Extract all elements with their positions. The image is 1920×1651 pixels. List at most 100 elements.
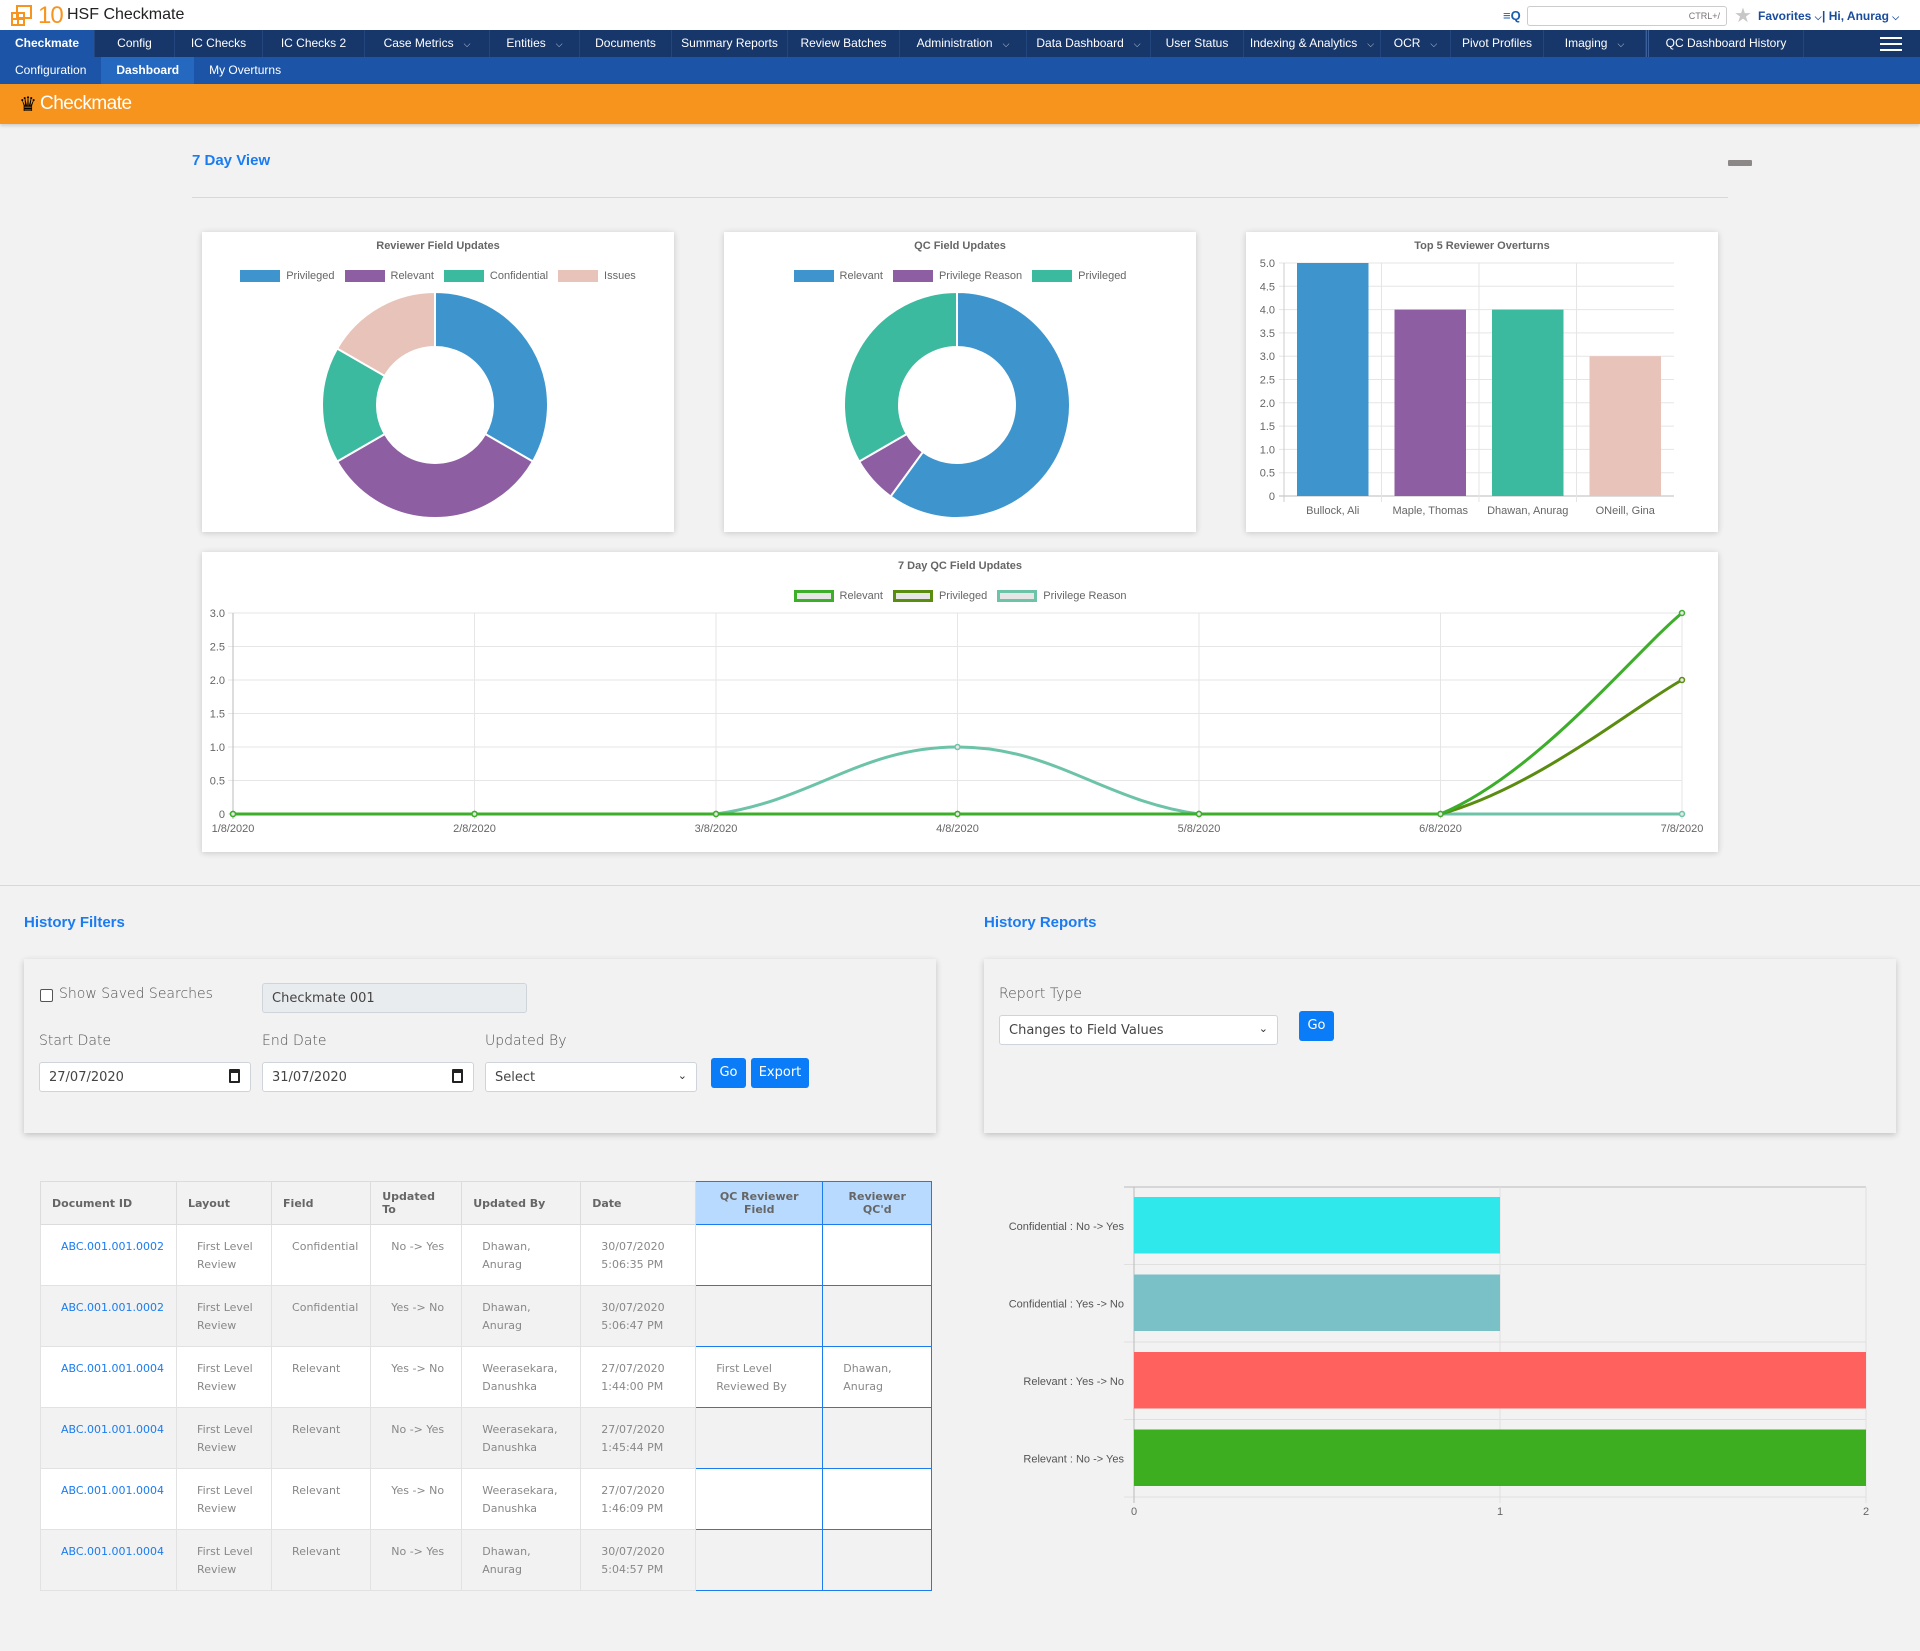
calendar-icon[interactable] — [229, 1069, 240, 1083]
end-date-input[interactable]: 31/07/2020 — [262, 1062, 474, 1092]
table-row[interactable]: ABC.001.001.0004 First Level Review Relevan… — [39, 1529, 933, 1591]
filters-go-button[interactable]: Go — [711, 1058, 746, 1088]
table-row[interactable]: ABC.001.001.0004 First Level Review Relevan… — [39, 1468, 933, 1530]
data-point[interactable] — [1678, 676, 1686, 684]
document-id-link[interactable]: ABC.001.001.0002 — [61, 1238, 164, 1256]
bar-confidential-no-yes[interactable] — [1134, 1197, 1500, 1254]
favorites-menu[interactable]: Favorites ⌵ — [1758, 9, 1822, 23]
show-saved-searches-checkbox[interactable] — [40, 989, 53, 1002]
y-tick-label: Confidential : Yes -> No — [1009, 1298, 1124, 1310]
cell-text: Review — [197, 1441, 237, 1454]
bar-confidential-yes-no[interactable] — [1134, 1274, 1500, 1332]
hamburger-menu-icon[interactable] — [1880, 37, 1902, 51]
bar-dhawan-anurag[interactable] — [1492, 309, 1564, 496]
data-point[interactable] — [1437, 810, 1444, 818]
bar-maple-thomas[interactable] — [1394, 309, 1467, 496]
document-id-cell[interactable]: ABC.001.001.0004 — [39, 1529, 178, 1591]
cell-text: Danushka — [482, 1380, 538, 1393]
table-row[interactable]: ABC.001.001.0002 First Level Review Confide… — [39, 1224, 933, 1286]
nav-item-entities[interactable]: Entities ⌵ — [490, 30, 580, 57]
column-header-updated-to[interactable]: Updated To — [370, 1181, 463, 1225]
export-button[interactable]: Export — [751, 1058, 809, 1088]
subnav-item-configuration[interactable]: Configuration — [0, 57, 101, 84]
nav-item-administration[interactable]: Administration ⌵ — [900, 30, 1027, 57]
column-header-document-id[interactable]: Document ID — [39, 1181, 178, 1225]
star-icon[interactable]: ★ — [1734, 3, 1752, 28]
donut-slice-relevant[interactable] — [335, 432, 535, 519]
start-date-input[interactable]: 27/07/2020 — [39, 1062, 251, 1092]
document-id-cell[interactable]: ABC.001.001.0004 — [39, 1407, 178, 1469]
nav-item-user-status[interactable]: User Status — [1151, 30, 1244, 57]
column-header-date[interactable]: Date — [580, 1181, 697, 1225]
bar-oneill-gina[interactable] — [1589, 356, 1662, 496]
bar-relevant-no-yes[interactable] — [1134, 1429, 1866, 1487]
nav-item-case-metrics[interactable]: Case Metrics ⌵ — [365, 30, 490, 57]
data-point[interactable] — [1678, 609, 1686, 617]
document-id-cell[interactable]: ABC.001.001.0002 — [39, 1285, 178, 1347]
document-id-link[interactable]: ABC.001.001.0004 — [61, 1543, 164, 1561]
document-id-link[interactable]: ABC.001.001.0004 — [61, 1421, 164, 1439]
nav-item-ocr[interactable]: OCR ⌵ — [1381, 30, 1451, 57]
nav-item-checkmate[interactable]: Checkmate — [0, 30, 95, 57]
updated-by-select[interactable]: Select ⌄ — [485, 1062, 697, 1092]
document-id-link[interactable]: ABC.001.001.0004 — [61, 1482, 164, 1500]
reviewer-qcd-cell — [822, 1407, 933, 1469]
x-tick-label: 0 — [1131, 1506, 1137, 1518]
nav-item-ic-checks[interactable]: IC Checks — [175, 30, 263, 57]
cell-text: 5:04:57 PM — [601, 1563, 664, 1576]
table-row[interactable]: ABC.001.001.0002 First Level Review Confide… — [39, 1285, 933, 1347]
bar-bullock-ali[interactable] — [1297, 263, 1369, 496]
nav-item-indexing-analytics[interactable]: Indexing & Analytics ⌵ — [1244, 30, 1381, 57]
data-point[interactable] — [712, 810, 720, 818]
nav-item-pivot-profiles[interactable]: Pivot Profiles — [1451, 30, 1544, 57]
reports-go-button[interactable]: Go — [1299, 1011, 1334, 1041]
column-header-reviewer-qcd[interactable]: Reviewer QC'd — [822, 1181, 933, 1225]
nav-item-ic-checks-2[interactable]: IC Checks 2 — [263, 30, 365, 57]
document-id-cell[interactable]: ABC.001.001.0002 — [39, 1224, 178, 1286]
document-id-cell[interactable]: ABC.001.001.0004 — [39, 1346, 178, 1408]
data-point[interactable] — [471, 810, 478, 818]
column-header-updated-by[interactable]: Updated By — [461, 1181, 582, 1225]
document-id-cell[interactable]: ABC.001.001.0004 — [39, 1468, 178, 1530]
global-search-input[interactable] — [1527, 6, 1727, 26]
table-row[interactable]: ABC.001.001.0004 First Level Review Relevan… — [39, 1407, 933, 1469]
top-header: 10 HSF Checkmate ≡Q ★ Favorites ⌵ | Hi, … — [0, 0, 1920, 30]
column-header-layout[interactable]: Layout — [176, 1181, 273, 1225]
report-type-select[interactable]: Changes to Field Values ⌄ — [999, 1015, 1278, 1045]
field-cell: Relevant — [271, 1529, 372, 1591]
search-icon[interactable]: ≡Q — [1503, 8, 1521, 23]
nav-item-imaging[interactable]: Imaging ⌵ — [1544, 30, 1646, 57]
data-point[interactable] — [229, 810, 237, 818]
document-id-link[interactable]: ABC.001.001.0004 — [61, 1360, 164, 1378]
donut-slice-privileged[interactable] — [843, 290, 958, 463]
nav-item-data-dashboard[interactable]: Data Dashboard ⌵ — [1027, 30, 1151, 57]
nav-item-label: QC Dashboard History — [1665, 36, 1787, 50]
nav-item-label: Imaging — [1564, 36, 1608, 50]
data-point[interactable] — [1678, 810, 1686, 818]
nav-item-qc-dashboard-history[interactable]: QC Dashboard History — [1646, 30, 1804, 57]
data-point[interactable] — [1195, 810, 1203, 818]
column-header-qc-reviewer-field[interactable]: QC Reviewer Field — [695, 1181, 824, 1225]
date-cell: 30/07/2020 5:06:35 PM — [580, 1224, 697, 1286]
reviewer-field-updates-donut — [321, 290, 549, 519]
column-header-field[interactable]: Field — [271, 1181, 372, 1225]
nav-item-documents[interactable]: Documents — [580, 30, 672, 57]
bar-relevant-yes-no[interactable] — [1134, 1352, 1866, 1409]
donut-slice-privileged[interactable] — [434, 290, 549, 463]
nav-item-summary-reports[interactable]: Summary Reports — [672, 30, 788, 57]
updated-to-cell: No -> Yes — [370, 1224, 463, 1286]
document-id-link[interactable]: ABC.001.001.0002 — [61, 1299, 164, 1317]
subnav-item-dashboard[interactable]: Dashboard — [101, 57, 195, 84]
qc-field-updates-donut — [843, 290, 1071, 519]
nav-item-config[interactable]: Config — [95, 30, 175, 57]
table-row[interactable]: ABC.001.001.0004 First Level Review Relevan… — [39, 1346, 933, 1408]
data-point[interactable] — [954, 743, 961, 751]
calendar-icon[interactable] — [452, 1069, 463, 1083]
y-tick-label: 0.5 — [1260, 468, 1275, 480]
data-point[interactable] — [954, 810, 961, 818]
subnav-item-my-overturns[interactable]: My Overturns — [194, 57, 296, 84]
nav-item-review-batches[interactable]: Review Batches — [788, 30, 900, 57]
cell-text: 1:46:09 PM — [601, 1502, 664, 1515]
user-menu[interactable]: | Hi, Anurag ⌵ — [1822, 9, 1899, 23]
collapse-icon[interactable] — [1728, 160, 1752, 166]
